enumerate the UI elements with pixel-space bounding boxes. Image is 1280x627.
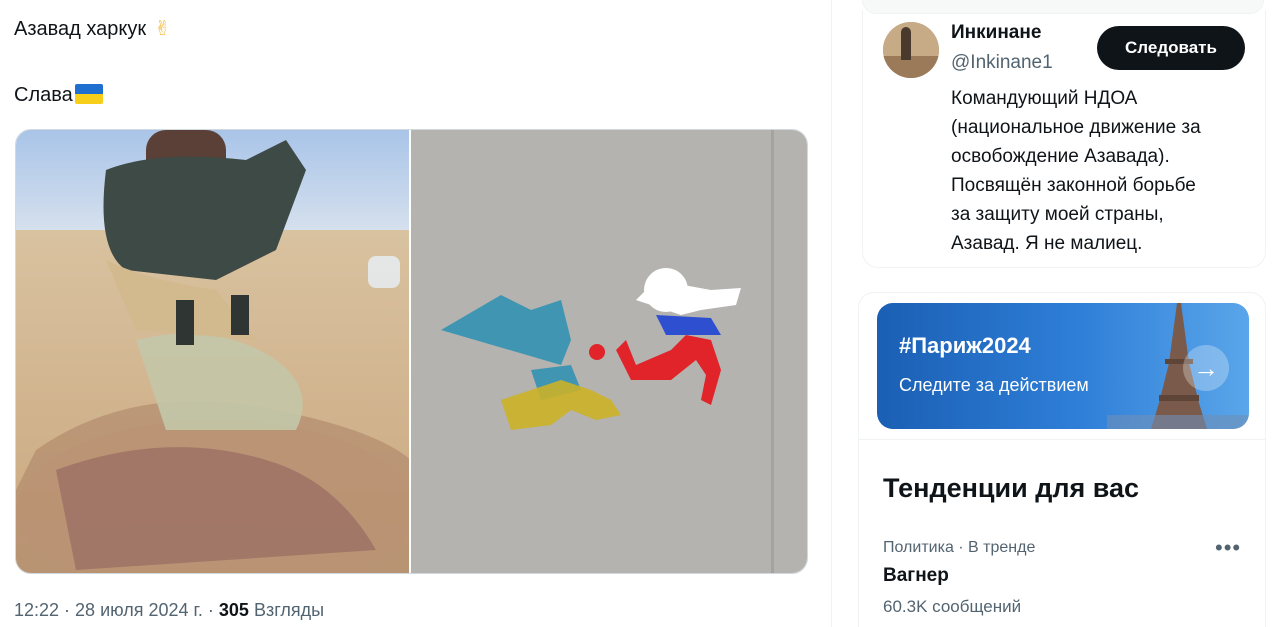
more-horizontal-icon[interactable]: ••• (1215, 535, 1241, 561)
main-column: Азавад харкук ✌ Слава 12:22 · 28 июля 20… (0, 0, 832, 627)
tweet-timestamp[interactable]: 12:22 · 28 июля 2024 г. · (14, 600, 219, 620)
ukraine-flag-icon (74, 84, 103, 104)
tweet-text-line-2: Слава (14, 82, 103, 108)
views-count: 305 (218, 600, 249, 620)
profile-handle[interactable]: @Inkinane1 (951, 52, 1053, 74)
trend-name[interactable]: Вагнер (883, 565, 949, 587)
tweet-text-line-1: Азавад харкук ✌ (14, 16, 171, 42)
trend-category: Политика · В тренде (883, 539, 1036, 556)
victory-hand-icon: ✌ (154, 18, 171, 40)
tweet-meta: 12:22 · 28 июля 2024 г. · 305 Взгляды (14, 600, 324, 621)
follow-button[interactable]: Следовать (1097, 26, 1245, 70)
promo-title: #Париж2024 (899, 333, 1031, 358)
avatar-image (883, 22, 939, 78)
avatar[interactable] (883, 22, 939, 78)
trends-heading: Тенденции для вас (883, 473, 1140, 503)
trend-post-count: 60.3K сообщений (883, 597, 1022, 616)
graffiti-photo (411, 130, 807, 573)
media-photo-right[interactable] (411, 130, 807, 573)
trends-card: #Париж2024 Следите за действием → Тенден… (858, 292, 1266, 627)
views-label: Взгляды (248, 600, 325, 620)
profile-card: Инкинане @Inkinane1 Следовать Командующи… (862, 10, 1266, 268)
tweet-media[interactable] (15, 129, 808, 574)
tweet-text-glory: Слава (14, 84, 73, 106)
media-photo-left[interactable] (16, 130, 411, 573)
divider (859, 439, 1265, 440)
promo-banner[interactable]: #Париж2024 Следите за действием → (877, 303, 1249, 429)
profile-name[interactable]: Инкинане (951, 22, 1041, 44)
desert-photo (16, 130, 409, 573)
tweet-text-main: Азавад харкук (14, 18, 147, 40)
promo-subtitle: Следите за действием (899, 375, 1089, 395)
arrow-right-icon[interactable]: → (1183, 345, 1229, 391)
profile-bio: Командующий НДОА (национальное движение … (951, 88, 1201, 254)
